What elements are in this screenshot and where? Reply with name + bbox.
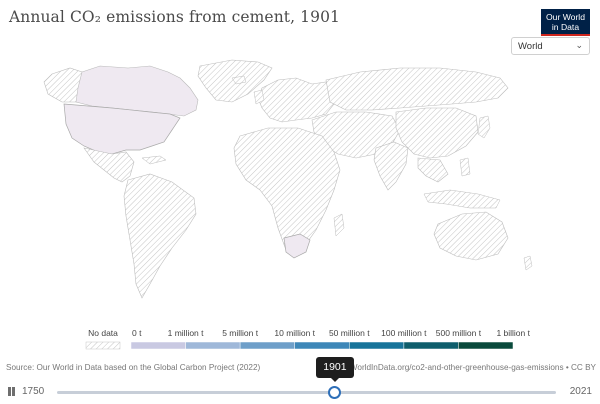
legend-tick-label: 1 billion t — [496, 328, 530, 338]
country-philippines[interactable] — [459, 157, 471, 177]
legend-bin-4[interactable] — [349, 341, 405, 350]
legend-tick-label: 0 t — [132, 328, 142, 338]
region-indonesia[interactable] — [423, 189, 501, 209]
logo-line-1: Our World — [546, 12, 585, 22]
legend-tick-label: 500 million t — [436, 328, 482, 338]
legend-bin-3[interactable] — [294, 341, 350, 350]
legend-tick-label: 50 million t — [329, 328, 370, 338]
legend-tick-label: 100 million t — [381, 328, 427, 338]
region-select-value: World — [518, 41, 543, 52]
country-russia[interactable] — [325, 67, 509, 111]
legend-bin-5[interactable] — [403, 341, 459, 350]
legend-bin-1[interactable] — [185, 341, 241, 350]
chart-title: Annual CO₂ emissions from cement, 1901 — [9, 8, 341, 26]
country-japan[interactable] — [477, 115, 491, 139]
chevron-down-icon: ⌄ — [575, 40, 583, 50]
region-africa[interactable] — [233, 127, 341, 255]
license-link[interactable]: OurWorldInData.org/co2-and-other-greenho… — [336, 363, 596, 372]
region-southeast-asia[interactable] — [417, 157, 449, 183]
country-alaska[interactable] — [43, 67, 83, 103]
legend-bin-0[interactable] — [130, 341, 186, 350]
world-map[interactable] — [0, 58, 600, 328]
country-caribbean[interactable] — [141, 155, 167, 165]
legend-no-data-label: No data — [88, 328, 118, 338]
country-madagascar[interactable] — [333, 213, 345, 237]
legend-bin-2[interactable] — [239, 341, 295, 350]
legend-bin-6[interactable] — [458, 341, 514, 350]
legend-tick-label: 5 million t — [222, 328, 259, 338]
source-note: Source: Our World in Data based on the G… — [6, 363, 261, 372]
timeline-end-year: 2021 — [569, 386, 592, 397]
country-australia[interactable] — [433, 211, 509, 261]
legend-tick-label: 10 million t — [274, 328, 315, 338]
region-europe[interactable] — [257, 77, 337, 123]
region-select[interactable]: World ⌄ — [511, 37, 590, 55]
timeline-track[interactable] — [57, 391, 556, 394]
timeline-start-year: 1750 — [22, 386, 45, 397]
region-south-america[interactable] — [123, 173, 197, 299]
country-south-africa[interactable] — [283, 233, 311, 259]
country-india[interactable] — [373, 141, 409, 191]
color-legend: No data 0 t 1 million t 5 million t 10 mill… — [85, 328, 531, 350]
country-mexico[interactable] — [83, 147, 135, 183]
year-tooltip: 1901 — [315, 357, 354, 382]
timeline[interactable]: 1750 2021 — [0, 380, 600, 404]
owid-logo[interactable]: Our World in Data — [541, 9, 590, 36]
legend-tick-label: 1 million t — [168, 328, 205, 338]
pause-icon[interactable] — [7, 386, 17, 398]
region-east-asia[interactable] — [395, 107, 479, 159]
timeline-handle[interactable] — [328, 386, 342, 399]
legend-no-data-swatch — [85, 341, 121, 350]
logo-line-2: in Data — [551, 22, 580, 32]
country-new-zealand[interactable] — [523, 255, 533, 271]
